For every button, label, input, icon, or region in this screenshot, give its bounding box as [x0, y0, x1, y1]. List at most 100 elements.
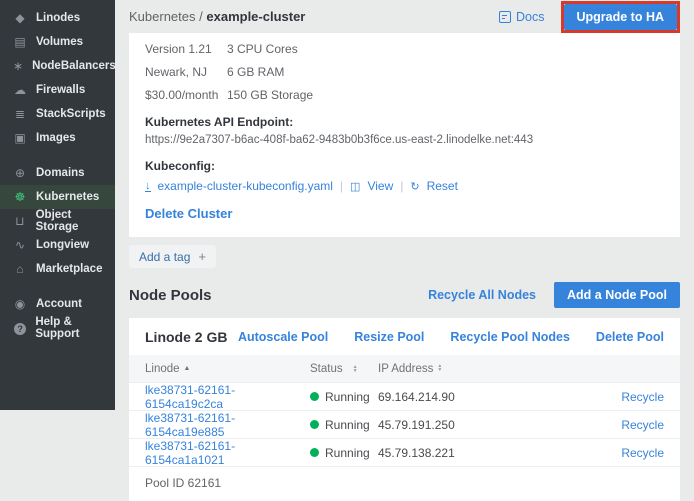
cluster-summary-panel: Version 1.21 3 CPU Cores Newark, NJ 6 GB… [129, 33, 680, 237]
sidebar-item-label: Linodes [36, 12, 80, 24]
sidebar-item-label: Object Storage [36, 209, 115, 233]
longview-icon: ∿ [13, 238, 27, 252]
docs-icon [499, 11, 511, 23]
page-header: Kubernetes / example-cluster Docs Upgrad… [115, 0, 694, 33]
reset-icon[interactable]: ↻ [410, 180, 419, 193]
sidebar-item-help-support[interactable]: ? Help & Support [0, 316, 115, 340]
ip-address: 45.79.191.250 [378, 418, 621, 432]
download-icon[interactable]: ↓ [145, 181, 151, 192]
reset-link[interactable]: Reset [427, 179, 458, 193]
spec-cpu: 3 CPU Cores [227, 42, 385, 56]
column-status[interactable]: Status [310, 363, 343, 375]
ip-address: 69.164.214.90 [378, 390, 621, 404]
help-icon: ? [14, 323, 26, 335]
sidebar-item-kubernetes[interactable]: ☸ Kubernetes [0, 185, 115, 209]
ip-address: 45.79.138.221 [378, 446, 621, 460]
breadcrumb: Kubernetes / example-cluster [129, 9, 499, 24]
kubeconfig-file-link[interactable]: example-cluster-kubeconfig.yaml [158, 179, 333, 193]
table-header: Linode ▲ Status ▲▼ IP Address ▲▼ [129, 355, 680, 382]
upgrade-to-ha-button[interactable]: Upgrade to HA [564, 4, 678, 30]
sort-icon[interactable]: ▲▼ [353, 365, 358, 373]
recycle-pool-nodes-link[interactable]: Recycle Pool Nodes [450, 330, 570, 344]
sidebar: ◆ Linodes ▤ Volumes ∗ NodeBalancers ☁ Fi… [0, 0, 115, 410]
spec-version: Version 1.21 [145, 42, 227, 56]
spec-region: Newark, NJ [145, 65, 227, 79]
node-link[interactable]: lke38731-62161-6154ca19e885 [145, 411, 235, 439]
status-text: Running [325, 418, 370, 432]
breadcrumb-section[interactable]: Kubernetes [129, 9, 196, 24]
stackscripts-icon: ≣ [13, 107, 27, 121]
recycle-all-nodes-link[interactable]: Recycle All Nodes [428, 288, 536, 302]
separator: | [340, 179, 343, 193]
status-dot-running [310, 420, 319, 429]
node-link[interactable]: lke38731-62161-6154ca1a1021 [145, 439, 235, 467]
node-pools-header: Node Pools Recycle All Nodes Add a Node … [129, 282, 680, 308]
cluster-specs: Version 1.21 3 CPU Cores Newark, NJ 6 GB… [145, 42, 385, 102]
recycle-node-link[interactable]: Recycle [621, 418, 664, 432]
table-row: lke38731-62161-6154ca19e885 Running 45.7… [129, 410, 680, 438]
kubeconfig-actions: ↓ example-cluster-kubeconfig.yaml | ◫ Vi… [145, 179, 664, 193]
pool-header: Linode 2 GB Autoscale Pool Resize Pool R… [129, 318, 680, 355]
status-text: Running [325, 390, 370, 404]
add-node-pool-button[interactable]: Add a Node Pool [554, 282, 680, 308]
nodebalancers-icon: ∗ [13, 59, 23, 73]
sidebar-item-linodes[interactable]: ◆ Linodes [0, 6, 115, 30]
volumes-icon: ▤ [13, 35, 27, 49]
add-tag-label: Add a tag [139, 250, 190, 264]
docs-label: Docs [516, 10, 544, 24]
breadcrumb-separator: / [199, 9, 203, 24]
sidebar-item-marketplace[interactable]: ⌂ Marketplace [0, 257, 115, 281]
add-tag-button[interactable]: Add a tag + [129, 245, 216, 268]
spec-storage: 150 GB Storage [227, 88, 385, 102]
sidebar-item-account[interactable]: ◉ Account [0, 292, 115, 316]
sort-asc-icon[interactable]: ▲ [184, 365, 191, 372]
column-linode[interactable]: Linode [145, 363, 180, 375]
spec-price: $30.00/month [145, 88, 227, 102]
status-dot-running [310, 392, 319, 401]
linodes-icon: ◆ [13, 11, 27, 25]
sidebar-item-longview[interactable]: ∿ Longview [0, 233, 115, 257]
table-row: lke38731-62161-6154ca19c2ca Running 69.1… [129, 382, 680, 410]
column-ip-address[interactable]: IP Address [378, 363, 433, 375]
table-row: lke38731-62161-6154ca1a1021 Running 45.7… [129, 438, 680, 466]
plus-icon: + [198, 249, 206, 264]
sidebar-item-volumes[interactable]: ▤ Volumes [0, 30, 115, 54]
pool-id-footer: Pool ID 62161 [129, 466, 680, 501]
resize-pool-link[interactable]: Resize Pool [354, 330, 424, 344]
account-icon: ◉ [13, 297, 27, 311]
sidebar-item-object-storage[interactable]: ⊔ Object Storage [0, 209, 115, 233]
sidebar-item-label: Kubernetes [36, 191, 99, 203]
recycle-node-link[interactable]: Recycle [621, 390, 664, 404]
marketplace-icon: ⌂ [13, 262, 27, 276]
annotation-highlight: Upgrade to HA [561, 1, 681, 33]
pool-name: Linode 2 GB [145, 329, 238, 345]
view-link[interactable]: View [367, 179, 393, 193]
docs-link[interactable]: Docs [499, 10, 544, 24]
recycle-node-link[interactable]: Recycle [621, 446, 664, 460]
sidebar-item-label: Account [36, 298, 82, 310]
sidebar-item-images[interactable]: ▣ Images [0, 126, 115, 150]
sidebar-item-stackscripts[interactable]: ≣ StackScripts [0, 102, 115, 126]
sort-icon[interactable]: ▲▼ [437, 364, 442, 372]
view-icon[interactable]: ◫ [350, 180, 360, 193]
main-content: Kubernetes / example-cluster Docs Upgrad… [115, 0, 694, 410]
status-text: Running [325, 446, 370, 460]
delete-cluster-button[interactable]: Delete Cluster [145, 206, 232, 221]
delete-pool-link[interactable]: Delete Pool [596, 330, 664, 344]
node-link[interactable]: lke38731-62161-6154ca19c2ca [145, 383, 235, 411]
sidebar-item-firewalls[interactable]: ☁ Firewalls [0, 78, 115, 102]
separator: | [400, 179, 403, 193]
sidebar-item-label: NodeBalancers [32, 60, 116, 72]
sidebar-divider [0, 281, 115, 292]
kubernetes-icon: ☸ [13, 190, 27, 204]
object-storage-icon: ⊔ [13, 214, 27, 228]
pool-actions: Autoscale Pool Resize Pool Recycle Pool … [238, 330, 664, 344]
sidebar-item-domains[interactable]: ⊕ Domains [0, 161, 115, 185]
sidebar-item-label: Volumes [36, 36, 83, 48]
sidebar-item-label: StackScripts [36, 108, 106, 120]
api-endpoint-url: https://9e2a7307-b6ac-408f-ba62-9483b0b3… [145, 134, 664, 146]
autoscale-pool-link[interactable]: Autoscale Pool [238, 330, 328, 344]
node-pools-title: Node Pools [129, 287, 428, 304]
sidebar-item-nodebalancers[interactable]: ∗ NodeBalancers [0, 54, 115, 78]
sidebar-item-label: Firewalls [36, 84, 85, 96]
